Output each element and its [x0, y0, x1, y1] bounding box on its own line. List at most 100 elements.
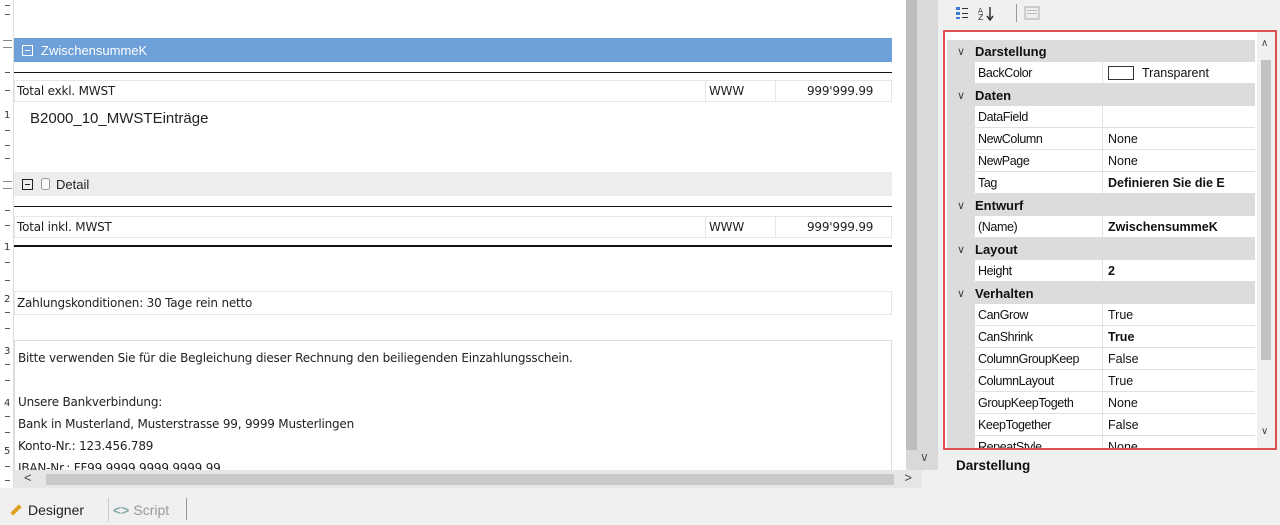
property-name[interactable]: KeepTogether — [975, 414, 1103, 435]
property-value-text: None — [1108, 131, 1138, 146]
report-line[interactable] — [14, 206, 892, 207]
tab-designer-label: Designer — [28, 502, 85, 518]
scroll-down-icon[interactable]: ∨ — [1261, 426, 1268, 437]
property-row[interactable]: ColumnGroupKeep False — [947, 348, 1255, 370]
property-category[interactable]: ∨ Darstellung — [947, 40, 1255, 62]
chevron-down-icon[interactable]: ∨ — [947, 89, 975, 102]
canvas-vertical-scrollbar[interactable]: ∨ — [906, 0, 938, 470]
band-header-detail[interactable]: Detail — [14, 172, 892, 196]
property-name[interactable]: CanShrink — [975, 326, 1103, 347]
total-inkl-label[interactable]: Total inkl. MWST — [17, 220, 112, 234]
ruler-number: 3 — [4, 346, 11, 357]
toolbar-divider — [1016, 4, 1017, 22]
bank-info-textbox[interactable]: Bitte verwenden Sie für die Begleichung … — [14, 340, 892, 475]
property-row[interactable]: Tag Definieren Sie die E — [947, 172, 1255, 194]
chevron-down-icon[interactable]: ∨ — [947, 45, 975, 58]
property-row[interactable]: KeepTogether False — [947, 414, 1255, 436]
property-row[interactable]: ColumnLayout True — [947, 370, 1255, 392]
property-value[interactable]: True — [1103, 370, 1255, 391]
report-line[interactable] — [14, 72, 892, 73]
property-value-text: None — [1108, 439, 1138, 450]
property-row[interactable]: BackColor Transparent — [947, 62, 1255, 84]
svg-text:Z: Z — [978, 13, 984, 21]
property-category[interactable]: ∨ Verhalten — [947, 282, 1255, 304]
total-exkl-label[interactable]: Total exkl. MWST — [17, 84, 115, 98]
property-value-text: None — [1108, 153, 1138, 168]
property-grid-scrollbar[interactable]: ∧ ∨ — [1257, 32, 1275, 448]
property-row[interactable]: RepeatStyle None — [947, 436, 1255, 450]
property-name[interactable]: BackColor — [975, 62, 1103, 83]
scroll-right-icon[interactable]: > — [904, 470, 912, 485]
total-inkl-code[interactable]: WWW — [709, 220, 744, 234]
ruler-number: 1 — [4, 110, 11, 121]
property-value[interactable]: Definieren Sie die E — [1103, 172, 1255, 193]
property-name[interactable]: NewColumn — [975, 128, 1103, 149]
property-row[interactable]: NewPage None — [947, 150, 1255, 172]
property-pages-icon[interactable] — [1022, 2, 1042, 24]
property-value[interactable]: 2 — [1103, 260, 1255, 281]
report-line[interactable] — [14, 245, 892, 247]
property-value[interactable] — [1103, 106, 1255, 127]
property-name[interactable]: RepeatStyle — [975, 436, 1103, 448]
property-row[interactable]: (Name) ZwischensummeK — [947, 216, 1255, 238]
collapse-icon[interactable] — [22, 44, 33, 56]
collapse-icon[interactable] — [22, 178, 33, 190]
scroll-up-icon[interactable]: ∧ — [1261, 38, 1268, 49]
property-row[interactable]: Height 2 — [947, 260, 1255, 282]
property-row[interactable]: DataField — [947, 106, 1255, 128]
category-label: Daten — [975, 87, 1012, 103]
property-grid[interactable]: ∨ Darstellung BackColor Transparent ∨ Daten Da… — [943, 30, 1277, 450]
scrollbar-thumb[interactable] — [1261, 60, 1271, 360]
property-value[interactable]: ZwischensummeK — [1103, 216, 1255, 237]
total-exkl-row[interactable]: Total exkl. MWST WWW 999'999.99 — [14, 80, 892, 102]
property-name[interactable]: Tag — [975, 172, 1103, 193]
chevron-down-icon[interactable]: ∨ — [947, 287, 975, 300]
chevron-down-icon[interactable]: ∨ — [947, 199, 975, 212]
property-value[interactable]: Transparent — [1103, 62, 1255, 83]
categorized-icon[interactable] — [952, 2, 972, 24]
property-value[interactable]: None — [1103, 436, 1255, 450]
property-value[interactable]: True — [1103, 326, 1255, 347]
tab-designer[interactable]: Designer — [8, 498, 84, 522]
property-value[interactable]: None — [1103, 392, 1255, 413]
mwst-field[interactable]: B2000_10_MWSTEinträge — [30, 110, 208, 127]
property-name[interactable]: DataField — [975, 106, 1103, 127]
category-label: Darstellung — [975, 43, 1047, 59]
property-value[interactable]: None — [1103, 150, 1255, 171]
property-category[interactable]: ∨ Layout — [947, 238, 1255, 260]
property-name[interactable]: NewPage — [975, 150, 1103, 171]
property-name[interactable]: GroupKeepTogeth — [975, 392, 1103, 413]
alphabetical-sort-icon[interactable]: AZ — [976, 2, 996, 24]
total-inkl-value[interactable]: 999'999.99 — [807, 220, 873, 234]
property-category[interactable]: ∨ Entwurf — [947, 194, 1255, 216]
property-row[interactable]: GroupKeepTogeth None — [947, 392, 1255, 414]
total-exkl-value[interactable]: 999'999.99 — [807, 84, 873, 98]
total-exkl-code[interactable]: WWW — [709, 84, 744, 98]
property-row[interactable]: NewColumn None — [947, 128, 1255, 150]
total-inkl-row[interactable]: Total inkl. MWST WWW 999'999.99 — [14, 216, 892, 238]
property-name[interactable]: (Name) — [975, 216, 1103, 237]
property-category[interactable]: ∨ Daten — [947, 84, 1255, 106]
database-icon — [41, 178, 50, 190]
tab-script[interactable]: <> Script — [108, 498, 169, 522]
property-name[interactable]: ColumnGroupKeep — [975, 348, 1103, 369]
property-name[interactable]: CanGrow — [975, 304, 1103, 325]
scroll-down-icon[interactable]: ∨ — [920, 450, 929, 464]
band-header-zwischensummek[interactable]: ZwischensummeK — [14, 38, 892, 62]
chevron-down-icon[interactable]: ∨ — [947, 243, 975, 256]
property-name[interactable]: ColumnLayout — [975, 370, 1103, 391]
property-value[interactable]: False — [1103, 414, 1255, 435]
scrollbar-thumb[interactable] — [46, 474, 894, 485]
scrollbar-thumb[interactable] — [906, 0, 917, 450]
ruler-number: 2 — [4, 294, 11, 305]
property-value[interactable]: True — [1103, 304, 1255, 325]
property-value[interactable]: False — [1103, 348, 1255, 369]
canvas-horizontal-scrollbar[interactable]: < > — [14, 470, 922, 488]
property-value-text: None — [1108, 395, 1138, 410]
property-row[interactable]: CanGrow True — [947, 304, 1255, 326]
property-row[interactable]: CanShrink True — [947, 326, 1255, 348]
payment-terms-box[interactable]: Zahlungskonditionen: 30 Tage rein netto — [14, 291, 892, 315]
scroll-left-icon[interactable]: < — [24, 470, 32, 485]
property-name[interactable]: Height — [975, 260, 1103, 281]
property-value[interactable]: None — [1103, 128, 1255, 149]
